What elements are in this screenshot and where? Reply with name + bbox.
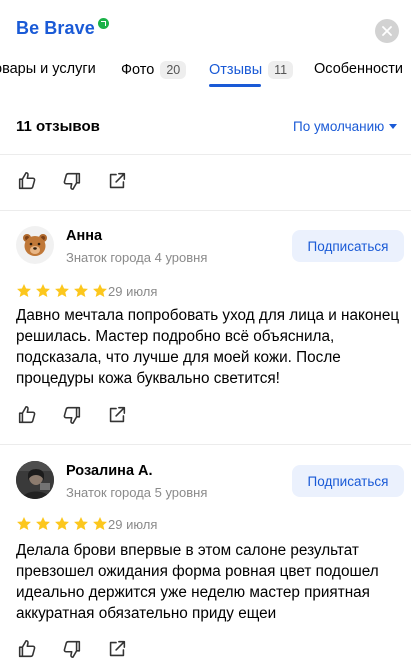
thumbs-down-icon[interactable] bbox=[61, 170, 83, 192]
thumbs-up-icon[interactable] bbox=[16, 638, 38, 660]
divider bbox=[0, 154, 411, 155]
review-actions bbox=[16, 638, 151, 660]
subscribe-button[interactable]: Подписаться bbox=[292, 465, 404, 497]
review-text: Давно мечтала попробовать уход для лица … bbox=[16, 307, 400, 387]
star-icon bbox=[55, 284, 69, 297]
thumbs-up-icon[interactable] bbox=[16, 170, 38, 192]
review-date: 29 июля bbox=[108, 284, 158, 299]
tab-label: Особенности bbox=[314, 61, 404, 77]
tab-products[interactable]: овары и услуги bbox=[0, 61, 96, 77]
tab-features[interactable]: Особенности bbox=[314, 61, 403, 77]
divider bbox=[0, 444, 411, 445]
thumbs-down-icon[interactable] bbox=[61, 638, 83, 660]
review-author[interactable]: Анна bbox=[66, 228, 102, 244]
star-icon bbox=[17, 284, 31, 297]
star-icon bbox=[93, 284, 107, 297]
avatar[interactable] bbox=[16, 226, 54, 264]
subscribe-button[interactable]: Подписаться bbox=[292, 230, 404, 262]
rating-stars bbox=[16, 516, 111, 532]
star-icon bbox=[36, 517, 50, 530]
share-icon[interactable] bbox=[106, 170, 128, 192]
rating-stars bbox=[16, 283, 111, 299]
author-level: Знаток города 4 уровня bbox=[66, 250, 208, 265]
tab-label: Отзывы bbox=[209, 62, 263, 78]
star-icon bbox=[36, 284, 50, 297]
thumbs-up-icon[interactable] bbox=[16, 404, 38, 426]
tabs: овары и услуги Фото 20 Отзывы 11 Особенн… bbox=[0, 52, 411, 92]
share-icon[interactable] bbox=[106, 404, 128, 426]
user-photo-icon bbox=[16, 461, 54, 499]
avatar[interactable] bbox=[16, 461, 54, 499]
verified-arrow-icon bbox=[97, 18, 109, 29]
tab-count: 20 bbox=[160, 61, 187, 79]
sort-label: По умолчанию bbox=[293, 119, 385, 134]
star-icon bbox=[55, 517, 69, 530]
share-icon[interactable] bbox=[106, 638, 128, 660]
page-title[interactable]: Be Brave bbox=[16, 18, 95, 39]
tab-reviews[interactable]: Отзывы 11 bbox=[209, 61, 294, 79]
tab-label: овары и услуги bbox=[0, 61, 96, 77]
active-tab-indicator bbox=[209, 84, 261, 87]
sort-dropdown[interactable]: По умолчанию bbox=[293, 119, 398, 134]
header: Be Brave bbox=[0, 0, 411, 60]
tab-count: 11 bbox=[268, 61, 294, 79]
author-level: Знаток города 5 уровня bbox=[66, 485, 208, 500]
star-icon bbox=[17, 517, 31, 530]
bear-emoji-icon bbox=[23, 234, 47, 256]
review-date: 29 июля bbox=[108, 517, 158, 532]
review-actions bbox=[16, 404, 151, 426]
chevron-down-icon bbox=[389, 124, 398, 129]
review-author[interactable]: Розалина А. bbox=[66, 463, 153, 479]
star-icon bbox=[74, 517, 88, 530]
reviews-count: 11 отзывов bbox=[16, 118, 100, 135]
thumbs-down-icon[interactable] bbox=[61, 404, 83, 426]
close-icon bbox=[382, 26, 392, 36]
title-wrap: Be Brave bbox=[16, 18, 109, 39]
review-text: Делала брови впервые в этом салоне резул… bbox=[16, 542, 379, 622]
tab-label: Фото bbox=[121, 62, 155, 78]
divider bbox=[0, 210, 411, 211]
tab-photo[interactable]: Фото 20 bbox=[121, 61, 187, 79]
close-button[interactable] bbox=[375, 19, 399, 43]
star-icon bbox=[74, 284, 88, 297]
review-actions bbox=[16, 170, 151, 192]
star-icon bbox=[93, 517, 107, 530]
